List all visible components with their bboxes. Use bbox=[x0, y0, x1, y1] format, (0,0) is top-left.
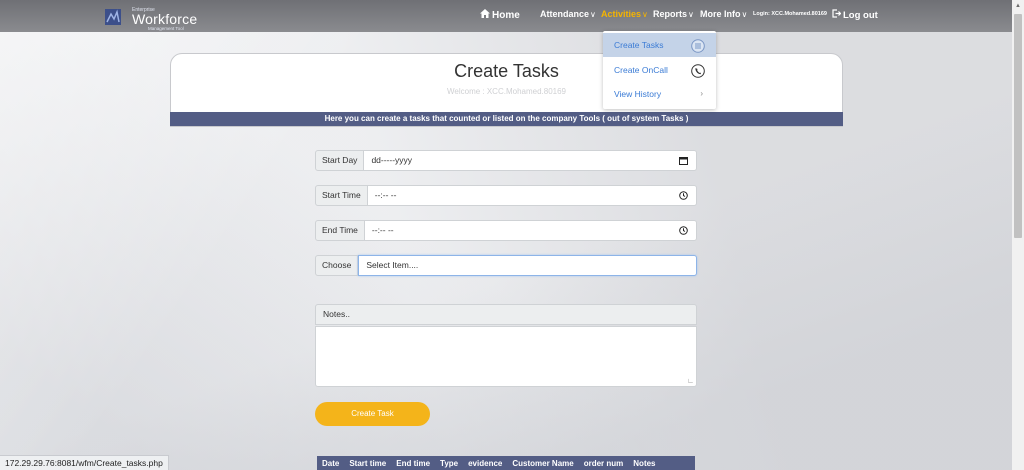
logout-icon bbox=[832, 9, 842, 21]
start-day-value: dd-----yyyy bbox=[371, 155, 413, 165]
column-header: Date bbox=[322, 459, 340, 468]
choose-value: Select Item.... bbox=[366, 260, 419, 270]
choose-select[interactable]: Select Item.... bbox=[358, 255, 697, 276]
nav-home-label: Home bbox=[492, 10, 520, 21]
menu-item-view-history[interactable]: View History › bbox=[603, 82, 716, 106]
end-time-value: --:-- -- bbox=[371, 225, 394, 235]
column-header: End time bbox=[396, 459, 431, 468]
nav-logout[interactable]: Log out bbox=[832, 9, 878, 21]
page-scrollbar[interactable]: ▲ bbox=[1012, 0, 1024, 470]
calendar-icon[interactable] bbox=[679, 151, 688, 172]
menu-item-label: View History bbox=[614, 89, 662, 99]
logo-tagline: Management Tool bbox=[148, 26, 184, 31]
start-day-input[interactable]: dd-----yyyy bbox=[364, 150, 697, 171]
column-header: Start time bbox=[349, 459, 387, 468]
menu-item-label: Create Tasks bbox=[614, 40, 664, 50]
chevron-right-icon: › bbox=[700, 89, 703, 98]
logo-name: Workforce bbox=[132, 11, 198, 27]
end-time-input[interactable]: --:-- -- bbox=[364, 220, 697, 242]
logo-mark-icon bbox=[105, 9, 121, 25]
app-logo[interactable]: Enterprise Workforce Management Tool bbox=[104, 5, 198, 31]
status-bar-url: 172.29.29.76:8081/wfm/Create_tasks.php bbox=[0, 455, 169, 470]
scrollbar-thumb[interactable] bbox=[1014, 14, 1022, 238]
nav-more-info[interactable]: More Info∨ bbox=[700, 9, 747, 19]
activities-dropdown: Create Tasks Create OnCall View History … bbox=[603, 31, 716, 109]
info-banner: Here you can create a tasks that counted… bbox=[170, 112, 843, 126]
clock-icon[interactable] bbox=[679, 221, 688, 242]
notes-label: Notes.. bbox=[315, 304, 697, 325]
choose-group: Choose Select Item.... bbox=[315, 255, 697, 276]
nav-logout-label: Log out bbox=[843, 10, 878, 21]
welcome-text: Welcome : XCC.Mohamed.80169 bbox=[446, 87, 567, 96]
nav-more-info-label: More Info bbox=[700, 9, 741, 19]
nav-home[interactable]: Home bbox=[480, 9, 520, 21]
column-header: evidence bbox=[468, 459, 503, 468]
chevron-down-icon: ∨ bbox=[590, 10, 596, 19]
menu-item-label: Create OnCall bbox=[614, 65, 668, 75]
chevron-down-icon: ∨ bbox=[642, 10, 648, 19]
scroll-up-arrow-icon[interactable]: ▲ bbox=[1015, 3, 1021, 9]
start-day-label: Start Day bbox=[315, 150, 365, 171]
start-day-group: Start Day dd-----yyyy bbox=[315, 150, 697, 171]
nav-activities-label: Activities bbox=[601, 9, 642, 19]
start-time-group: Start Time --:-- -- bbox=[315, 185, 697, 206]
column-header: order num bbox=[583, 459, 624, 468]
end-time-group: End Time --:-- -- bbox=[315, 220, 697, 241]
nav-reports-label: Reports bbox=[653, 9, 688, 19]
nav-attendance[interactable]: Attendance∨ bbox=[540, 9, 596, 19]
top-navbar: Enterprise Workforce Management Tool Hom… bbox=[0, 0, 1012, 32]
tasks-table-header: Date Start time End time Type evidence C… bbox=[317, 456, 695, 470]
end-time-label: End Time bbox=[315, 220, 365, 241]
column-header: Customer Name bbox=[512, 459, 574, 468]
clock-icon[interactable] bbox=[679, 186, 688, 207]
menu-item-create-oncall[interactable]: Create OnCall bbox=[603, 58, 716, 82]
phone-icon bbox=[691, 63, 705, 78]
home-icon bbox=[480, 9, 490, 21]
menu-item-create-tasks[interactable]: Create Tasks bbox=[603, 33, 716, 57]
login-info: Login: XCC.Mohamed.80169 bbox=[753, 11, 827, 17]
start-time-label: Start Time bbox=[315, 185, 368, 206]
start-time-input[interactable]: --:-- -- bbox=[367, 185, 697, 207]
nav-reports[interactable]: Reports∨ bbox=[653, 9, 694, 19]
notes-textarea[interactable]: ∟ bbox=[315, 326, 697, 387]
nav-activities[interactable]: Activities∨ bbox=[601, 9, 648, 19]
resize-grip-icon[interactable]: ∟ bbox=[687, 378, 694, 385]
page-title: Create Tasks bbox=[454, 61, 559, 81]
list-icon bbox=[691, 38, 705, 53]
chevron-down-icon: ∨ bbox=[688, 10, 694, 19]
choose-label: Choose bbox=[315, 255, 359, 276]
create-task-button[interactable]: Create Task bbox=[315, 402, 430, 426]
start-time-value: --:-- -- bbox=[374, 190, 397, 200]
column-header: Type bbox=[440, 459, 459, 468]
chevron-down-icon: ∨ bbox=[741, 10, 748, 19]
nav-attendance-label: Attendance bbox=[540, 9, 590, 19]
column-header: Notes bbox=[633, 459, 656, 468]
